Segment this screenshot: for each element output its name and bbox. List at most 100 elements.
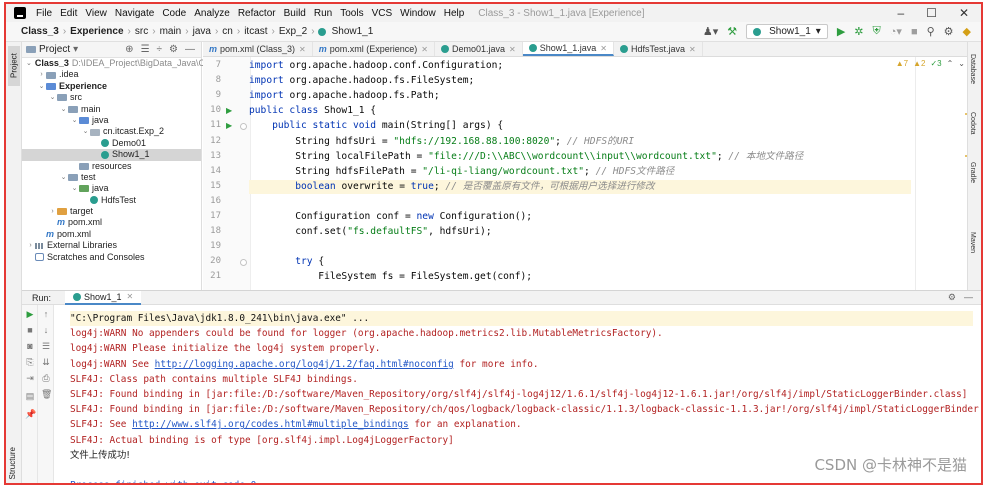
build-hammer-icon[interactable]: ⚒ (727, 25, 737, 38)
close-icon[interactable]: ✕ (421, 45, 428, 54)
code-text[interactable]: import org.apache.hadoop.conf.Configurat… (249, 57, 911, 290)
chevron-up-icon[interactable]: ⌃ (947, 59, 954, 68)
menu-item-run[interactable]: Run (310, 8, 336, 19)
breadcrumb-item[interactable]: Class_3 (18, 26, 62, 37)
pin-icon[interactable]: 📌 (25, 409, 36, 420)
tree-item[interactable]: › .idea (22, 69, 201, 80)
debug-icon[interactable]: ✲ (854, 25, 863, 38)
gear-icon[interactable]: ⚙ (948, 292, 956, 303)
chevron-down-icon[interactable]: ⌄ (26, 58, 32, 69)
close-icon[interactable]: ✕ (299, 45, 306, 54)
scroll-to-end-icon[interactable]: ⇊ (41, 357, 51, 368)
right-tool-tab-database[interactable]: Database (969, 54, 976, 84)
minimize-button[interactable]: – (897, 6, 904, 20)
hide-icon[interactable]: — (964, 292, 973, 303)
chevron-down-icon[interactable]: ⌄ (59, 172, 68, 183)
chevron-down-icon[interactable]: ⌄ (48, 92, 57, 103)
rerun-icon[interactable]: ▶ (25, 309, 35, 320)
settings-gear-icon[interactable]: ⚙ (944, 25, 954, 38)
menu-item-code[interactable]: Code (158, 8, 190, 19)
editor-tab[interactable]: Demo01.java ✕ (435, 42, 523, 56)
chevron-down-icon[interactable]: ⌄ (37, 81, 46, 92)
menu-item-view[interactable]: View (81, 8, 111, 19)
breadcrumb-item[interactable]: src (132, 26, 151, 37)
trash-icon[interactable]: 🗑 (41, 389, 52, 400)
maximize-button[interactable]: ☐ (926, 6, 937, 20)
menu-item-analyze[interactable]: Analyze (190, 8, 234, 19)
menu-item-edit[interactable]: Edit (56, 8, 81, 19)
tree-item[interactable]: › External Libraries (22, 240, 201, 251)
tree-item[interactable]: ⌄ java (22, 183, 201, 194)
tree-item[interactable]: HdfsTest (22, 195, 201, 206)
tree-item[interactable]: m pom.xml (22, 229, 201, 240)
arrow-down-icon[interactable]: ↓ (41, 325, 51, 335)
run-tab[interactable]: Show1_1 ✕ (65, 290, 142, 305)
chevron-down-icon[interactable]: ⌄ (59, 104, 68, 115)
chevron-right-icon[interactable]: › (37, 69, 46, 80)
hide-icon[interactable]: — (185, 44, 195, 55)
chevron-down-icon[interactable]: ▾ (73, 44, 78, 55)
inspection-widget[interactable]: ▲7 ▲2 ✓3 ⌃ ⌄ (896, 59, 965, 68)
chevron-right-icon[interactable]: › (48, 206, 57, 217)
menu-item-refactor[interactable]: Refactor (234, 8, 280, 19)
code-area[interactable]: 7 8 9 10 ▶ 11 ▶ 12 13 14 15 16 17 18 19 20 21 import org… (203, 57, 971, 290)
layout-icon[interactable]: ▤ (25, 391, 35, 402)
profile-icon[interactable]: ◔▾ (890, 25, 902, 38)
menu-item-help[interactable]: Help (440, 8, 469, 19)
close-icon[interactable]: ✕ (127, 292, 134, 301)
chevron-down-icon[interactable]: ⌄ (70, 115, 79, 126)
breadcrumb-item[interactable]: main (157, 26, 185, 37)
exit-icon[interactable]: ⇥ (25, 373, 35, 384)
menu-item-build[interactable]: Build (280, 8, 310, 19)
tree-item[interactable]: ⌄ src (22, 92, 201, 103)
console-link[interactable]: http://logging.apache.org/log4j/1.2/faq.… (155, 359, 454, 370)
console-link[interactable]: http://www.slf4j.org/codes.html#multiple… (132, 419, 409, 430)
gear-icon[interactable]: ⚙ (169, 44, 178, 55)
tree-item[interactable]: ⌄ Class_3 D:\IDEA_Project\BigData_Java\Cla… (22, 58, 231, 69)
menu-item-tools[interactable]: Tools (336, 8, 367, 19)
restore-layout-icon[interactable]: ⎘ (25, 357, 35, 368)
stop-icon[interactable]: ■ (25, 325, 35, 335)
structure-tool-tab[interactable]: Structure (8, 447, 20, 479)
right-tool-tab-maven[interactable]: Maven (969, 232, 976, 253)
menu-item-file[interactable]: File (32, 8, 56, 19)
breadcrumb-item[interactable]: itcast (241, 26, 270, 37)
soft-wrap-icon[interactable]: ☰ (41, 341, 51, 352)
right-tool-tab-gradle[interactable]: Gradle (969, 162, 976, 183)
stop-icon[interactable]: ■ (911, 26, 918, 38)
tree-item[interactable]: resources (22, 161, 201, 172)
toolbox-icon[interactable]: ◆ (963, 25, 971, 38)
editor-tab[interactable]: Show1_1.java ✕ (522, 42, 614, 56)
tree-item[interactable]: ⌄ main (22, 104, 201, 115)
breadcrumb-item[interactable]: Experience (67, 26, 126, 37)
breadcrumb-item[interactable]: java (190, 26, 214, 37)
fold-icon[interactable] (240, 123, 247, 131)
close-button[interactable]: ✕ (959, 6, 969, 20)
tree-item[interactable]: ⌄ cn.itcast.Exp_2 (22, 126, 201, 137)
tree-item[interactable]: Scratches and Consoles (22, 252, 201, 263)
close-icon[interactable]: ✕ (600, 44, 607, 53)
run-icon[interactable]: ▶ (837, 25, 845, 38)
camera-icon[interactable]: ◙ (25, 341, 35, 351)
tree-item[interactable]: m pom.xml (22, 217, 201, 228)
print-icon[interactable]: ⎙ (41, 373, 51, 384)
breadcrumb-item[interactable]: Show1_1 (329, 26, 377, 37)
project-tool-tab[interactable]: Project (8, 46, 20, 86)
tree-item[interactable]: Show1_1 (22, 149, 201, 161)
tree-item[interactable]: › target (22, 206, 201, 217)
locate-icon[interactable]: ⊕ (125, 44, 133, 55)
close-icon[interactable]: ✕ (509, 45, 516, 54)
expand-all-icon[interactable]: ÷ (157, 44, 163, 55)
coverage-icon[interactable]: ⛨ (873, 25, 881, 38)
chevron-down-icon[interactable]: ⌄ (958, 59, 965, 68)
menu-item-window[interactable]: Window (396, 8, 440, 19)
user-icon[interactable]: ♟▾ (703, 25, 718, 38)
tree-item[interactable]: ⌄ java (22, 115, 201, 126)
run-config-select[interactable]: Show1_1 ▾ (746, 24, 828, 39)
chevron-right-icon[interactable]: › (26, 240, 35, 251)
tree-item[interactable]: Demo01 (22, 138, 201, 149)
chevron-down-icon[interactable]: ⌄ (70, 183, 79, 194)
chevron-down-icon[interactable]: ⌄ (81, 126, 90, 137)
breadcrumb-item[interactable]: cn (219, 26, 236, 37)
run-gutter-icon[interactable]: ▶ (226, 106, 232, 115)
